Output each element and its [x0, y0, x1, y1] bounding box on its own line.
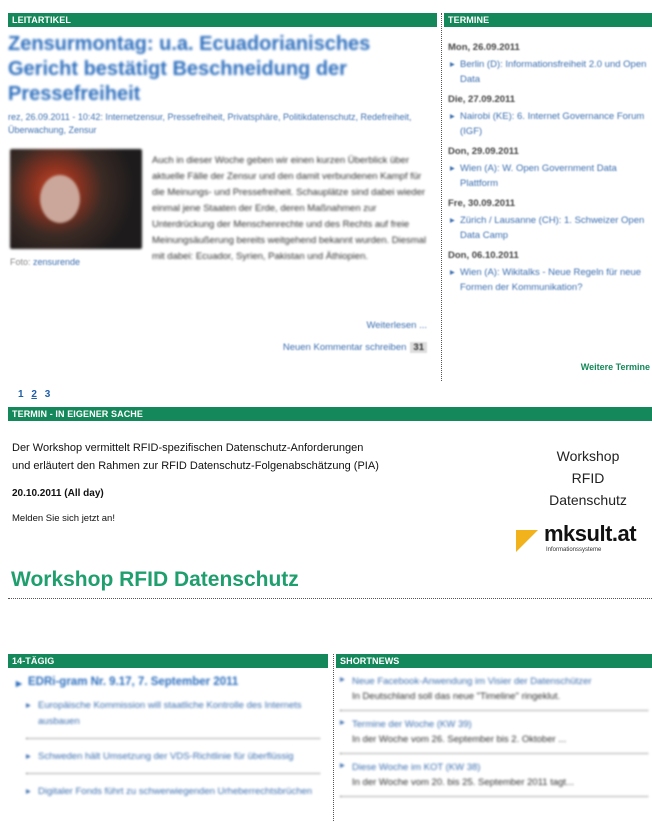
- biweekly-list: EDRi-gram Nr. 9.17, 7. September 2011 Eu…: [8, 668, 328, 808]
- biweekly-item-link[interactable]: Europäische Kommission will staatliche K…: [26, 698, 320, 739]
- leitartikel-header: LEITARTIKEL: [8, 13, 437, 27]
- logo-name: mksult.at: [544, 521, 637, 546]
- article-body: Auch in dieser Woche geben wir einen kur…: [152, 155, 427, 262]
- more-events-link[interactable]: Weitere Termine: [581, 362, 650, 372]
- article-headline-link[interactable]: Zensurmontag: u.a. Ecuadorianisches Geri…: [8, 32, 437, 107]
- termin-day: Mon, 26.09.2011: [448, 42, 520, 53]
- divider: [8, 598, 652, 599]
- article-meta[interactable]: rez, 26.09.2011 - 10:42: Internetzensur,…: [8, 111, 437, 137]
- shortnews-title-link[interactable]: Diese Woche im KOT (KW 38): [352, 760, 648, 775]
- shortnews-header: SHORTNEWS: [336, 654, 652, 668]
- signup-text: Melden Sie sich jetzt an!: [12, 513, 115, 524]
- logo-subtitle: Informationssysteme: [546, 547, 602, 553]
- biweekly-item-link[interactable]: Schweden hält Umsetzung der VDS-Richtlin…: [26, 749, 320, 774]
- edri-gram-link[interactable]: EDRi-gram Nr. 9.17, 7. September 2011: [14, 676, 320, 690]
- shortnews-item: Diese Woche im KOT (KW 38) In der Woche …: [340, 760, 648, 797]
- own-event-header: TERMIN - IN EIGENER SACHE: [8, 407, 652, 421]
- shortnews-list: Neue Facebook-Anwendung im Visier der Da…: [334, 668, 652, 797]
- termin-event-link[interactable]: Nairobi (KE): 6. Internet Governance For…: [448, 109, 648, 139]
- termin-day: Don, 06.10.2011: [448, 250, 519, 261]
- page-link-1[interactable]: 1: [18, 389, 24, 400]
- shortnews-desc: In Deutschland soll das neue "Timeline" …: [352, 691, 561, 702]
- shortnews-title-link[interactable]: Termine der Woche (KW 39): [352, 717, 648, 732]
- biweekly-item-link[interactable]: Digitaler Fonds führt zu schwerwiegenden…: [26, 784, 320, 808]
- banner-line-3: Datenschutz: [549, 492, 627, 508]
- banner-line-2: RFID: [571, 470, 605, 486]
- workshop-title-link[interactable]: Workshop RFID Datenschutz: [11, 568, 299, 592]
- description-line-2: und erläutert den Rahmen zur RFID Datens…: [12, 460, 379, 472]
- own-event-date: 20.10.2011 (All day): [12, 488, 104, 499]
- termine-section: TERMINE Mon, 26.09.2011 Berlin (D): Info…: [441, 13, 652, 381]
- mksult-logo[interactable]: mksult.at Informationssysteme: [516, 521, 652, 559]
- termin-day: Die, 27.09.2011: [448, 94, 516, 105]
- own-event-section: TERMIN - IN EIGENER SACHE Der Workshop v…: [8, 407, 652, 553]
- shortnews-section: SHORTNEWS Neue Facebook-Anwendung im Vis…: [333, 654, 652, 821]
- termine-header: TERMINE: [444, 13, 652, 27]
- termin-day: Don, 29.09.2011: [448, 146, 519, 157]
- page-link-3[interactable]: 3: [45, 389, 51, 400]
- shortnews-item: Neue Facebook-Anwendung im Visier der Da…: [340, 674, 648, 711]
- photo-caption: Foto: zensurende: [10, 257, 80, 267]
- banner-line-1: Workshop: [556, 448, 620, 464]
- shortnews-title-link[interactable]: Neue Facebook-Anwendung im Visier der Da…: [352, 674, 648, 689]
- page-link-2[interactable]: 2: [31, 389, 37, 400]
- termin-event-link[interactable]: Zürich / Lausanne (CH): 1. Schweizer Ope…: [448, 213, 648, 243]
- logo-triangle-icon: [516, 530, 538, 552]
- biweekly-section: 14-TÄGIG EDRi-gram Nr. 9.17, 7. Septembe…: [8, 654, 328, 808]
- leitartikel-section: LEITARTIKEL Zensurmontag: u.a. Ecuadoria…: [8, 13, 437, 353]
- caption-prefix: Foto:: [10, 257, 31, 267]
- caption-link[interactable]: zensurende: [33, 257, 80, 267]
- shortnews-desc: In der Woche vom 20. bis 25. September 2…: [352, 777, 574, 788]
- termine-list: Mon, 26.09.2011 Berlin (D): Informations…: [442, 27, 652, 295]
- termin-event-link[interactable]: Berlin (D): Informationsfreiheit 2.0 und…: [448, 57, 648, 87]
- article-photo[interactable]: [10, 149, 142, 249]
- pager: 1 2 3: [18, 389, 55, 400]
- shortnews-desc: In der Woche vom 26. September bis 2. Ok…: [352, 734, 567, 745]
- workshop-banner-text[interactable]: Workshop RFID Datenschutz: [508, 445, 652, 511]
- biweekly-header: 14-TÄGIG: [8, 654, 328, 668]
- comment-count-badge: 31: [410, 342, 427, 353]
- termin-day: Fre, 30.09.2011: [448, 198, 516, 209]
- termin-event-link[interactable]: Wien (A): W. Open Government Data Plattf…: [448, 161, 648, 191]
- shortnews-item: Termine der Woche (KW 39) In der Woche v…: [340, 717, 648, 754]
- description-line-1: Der Workshop vermittelt RFID-spezifische…: [12, 442, 364, 454]
- write-comment-link[interactable]: Neuen Kommentar schreiben: [283, 342, 407, 353]
- own-event-description: Der Workshop vermittelt RFID-spezifische…: [12, 439, 482, 475]
- read-more-link[interactable]: Weiterlesen ...: [366, 320, 427, 331]
- termin-event-link[interactable]: Wien (A): Wikitalks - Neue Regeln für ne…: [448, 265, 648, 295]
- comment-row: Neuen Kommentar schreiben 31: [283, 342, 427, 353]
